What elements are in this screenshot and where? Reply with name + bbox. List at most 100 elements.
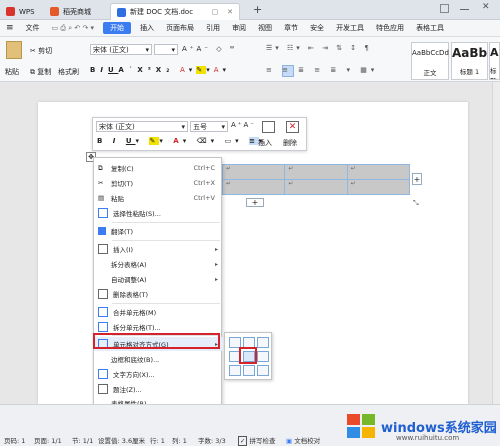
copy-shortcut: Ctrl+C [193,164,215,172]
menu-view[interactable]: 视图 [252,23,278,33]
caption-icon [98,384,108,394]
hamburger-icon[interactable]: ≡ [0,23,20,33]
table-cell[interactable]: ↵ [284,179,348,195]
style-normal[interactable]: AaBbCcDd 正文 [411,42,449,80]
translate-icon [98,227,106,235]
menu-item-cut[interactable]: ✂ 剪切(T) Ctrl+X [94,176,223,190]
align-middle-right-icon[interactable] [257,351,269,362]
tab-document-label: 新建 DOC 文档.doc [130,8,194,16]
menu-item-split-cells-label: 拆分单元格(T)... [113,324,161,332]
style-heading1[interactable]: AaBb 标题 1 [451,42,488,80]
mini-delete-button[interactable]: 删除 [283,138,297,148]
tab-store[interactable]: 稻壳商城 [44,3,97,20]
mini-size-select[interactable]: 五号 ▾ [190,121,228,132]
menu-page-layout[interactable]: 页面布局 [160,23,200,33]
new-tab-button[interactable]: + [253,3,262,16]
font-style-buttons[interactable]: BIUA˙X²X₂ [90,66,174,74]
paragraph-list-buttons[interactable]: ☰▾ ☷▾ ⇤ ⇥ ⇅ ↕ ¶ [266,44,386,55]
menu-review[interactable]: 审阅 [226,23,252,33]
menu-security[interactable]: 安全 [304,23,330,33]
paste-icon: ▤ [98,194,105,202]
blank-icon [98,355,106,363]
menu-item-borders[interactable]: 边框和底纹(B)... [94,352,223,366]
menu-start[interactable]: 开始 [103,22,132,34]
add-column-button[interactable]: + [412,173,422,185]
close-tab-icon[interactable]: ✕ [227,8,233,16]
menu-separator [112,222,220,223]
paste-special-icon [98,208,108,218]
style-heading2[interactable]: AaB 标题 2 [489,42,500,80]
document-table[interactable]: ↵ ↵ ↵ ↵ ↵ ↵ [221,164,411,195]
minimize-icon[interactable] [460,9,469,10]
mini-grow-shrink[interactable]: A⁺A⁻ [231,121,256,129]
menu-item-delete-table[interactable]: 删除表格(T) [94,287,223,301]
status-words[interactable]: 字数: 3/3 [198,435,226,445]
chevron-right-icon: ▸ [214,245,218,253]
status-row: 行: 1 [150,437,165,445]
style-normal-preview: AaBbCcDd [412,49,449,57]
delete-table-icon[interactable]: ✕ [286,121,299,133]
menu-special[interactable]: 特色应用 [370,23,410,33]
copy-label: 复制 [37,68,52,76]
cut-button[interactable]: ✂ 剪切 [30,46,52,56]
proofread-icon: ▣ [286,437,293,445]
quick-access-icons[interactable]: ▭ ⎙ ⌕ ↶ ↷ ▾ [46,24,101,33]
menu-table-tools[interactable]: 表格工具 [410,23,450,33]
align-bottom-right-icon[interactable] [257,365,269,376]
menu-item-paste-special[interactable]: 选择性粘贴(S)... [94,206,223,220]
window-icon[interactable] [440,4,449,13]
align-bottom-left-icon[interactable] [229,365,241,376]
tab-document[interactable]: 新建 DOC 文档.doc ▢ ✕ [110,3,240,20]
add-row-button[interactable]: + [246,198,264,207]
menu-item-split-table[interactable]: 拆分表格(A) ▸ [94,257,223,271]
paste-icon[interactable] [6,41,22,59]
tab-wps[interactable]: WPS [0,3,41,20]
menu-item-paste[interactable]: ▤ 粘贴 Ctrl+V [94,191,223,205]
menu-item-copy[interactable]: ⧉ 复制(C) Ctrl+C [94,161,223,175]
paste-button[interactable]: 粘贴 [5,67,19,77]
text-direction-icon [98,369,108,379]
table-cell[interactable]: ↵ [346,179,411,195]
menu-item-split-cells[interactable]: 拆分单元格(T)... [94,320,223,334]
proofread-button[interactable]: ▣ 文档校对 [286,435,320,445]
menu-item-delete-table-label: 删除表格(T) [113,291,149,299]
menu-item-insert[interactable]: 插入(I) ▸ [94,242,223,256]
align-bottom-center-icon[interactable] [243,365,255,376]
paragraph-align-buttons[interactable]: ≡ ≡ ≣ ≡ ≣ ▾ ▦▾ [266,66,386,74]
resize-handle-icon[interactable]: ⤡ [413,199,419,208]
status-pages: 页面: 1/1 [34,437,62,445]
spell-check-button[interactable]: ✓ 拼写检查 [238,435,276,446]
table-cell[interactable]: ↵ [221,179,286,195]
menu-item-caption[interactable]: 题注(Z)... [94,382,223,396]
ribbon-size-select[interactable]: ▾ [154,44,178,55]
menu-item-autofit[interactable]: 自动调整(A) ▸ [94,272,223,286]
close-window-icon[interactable]: ✕ [482,2,490,12]
menu-dev-tools[interactable]: 开发工具 [330,23,370,33]
format-painter-button[interactable]: 格式刷 [58,67,79,77]
table-cell[interactable]: ↵ [221,164,286,180]
mini-format-buttons[interactable]: B I U▾ ✎▾ A▾ ⌫▾ ▭▾ ≡▾ [97,137,266,145]
insert-table-icon[interactable] [262,121,275,133]
menu-item-text-direction[interactable]: 文字方向(X)... [94,367,223,381]
menu-item-translate[interactable]: 翻译(T) [94,224,223,238]
copy-icon: ⧉ [98,164,103,172]
align-top-right-icon[interactable] [257,337,269,348]
mini-insert-button[interactable]: 插入 [258,138,272,148]
menu-insert[interactable]: 插入 [134,23,160,33]
mini-font-select[interactable]: 宋体 (正文) ▾ [96,121,188,132]
ribbon-font-select[interactable]: 宋体 (正文) ▾ [90,44,152,55]
font-color-buttons[interactable]: A▾✎▾A▾ [180,66,230,74]
menu-file[interactable]: 文件 [20,23,46,33]
table-row: ↵ ↵ ↵ [221,179,411,195]
table-cell[interactable]: ↵ [346,164,411,180]
copy-button[interactable]: ⧉ 复制 [30,67,51,77]
menu-item-split-table-label: 拆分表格(A) [111,261,147,269]
menu-chapter[interactable]: 章节 [278,23,304,33]
menu-item-merge-cells[interactable]: 合并单元格(M) [94,305,223,319]
table-cell[interactable]: ↵ [284,164,348,180]
font-size-buttons[interactable]: A⁺A⁻ ◇ ᵂ [182,45,237,53]
chevron-down-icon: ▾ [221,122,225,131]
menu-reference[interactable]: 引用 [200,23,226,33]
vertical-scrollbar[interactable] [492,82,500,404]
restore-icon[interactable]: ▢ [212,8,219,16]
